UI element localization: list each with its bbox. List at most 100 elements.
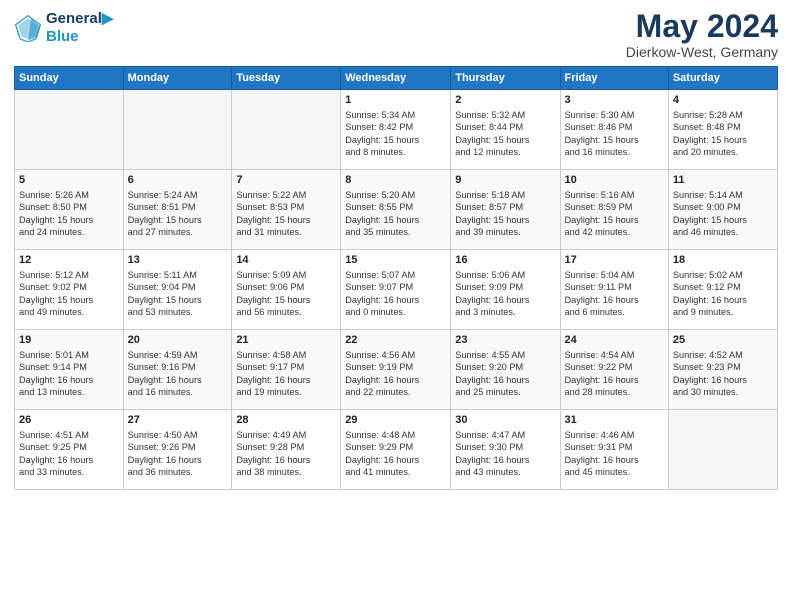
table-row: 16Sunrise: 5:06 AM Sunset: 9:09 PM Dayli… xyxy=(451,250,560,330)
day-info: Sunrise: 5:11 AM Sunset: 9:04 PM Dayligh… xyxy=(128,269,228,319)
col-thursday: Thursday xyxy=(451,67,560,90)
table-row: 25Sunrise: 4:52 AM Sunset: 9:23 PM Dayli… xyxy=(668,330,777,410)
day-info: Sunrise: 4:58 AM Sunset: 9:17 PM Dayligh… xyxy=(236,349,336,399)
day-number: 30 xyxy=(455,413,555,428)
day-info: Sunrise: 5:30 AM Sunset: 8:46 PM Dayligh… xyxy=(565,109,664,159)
calendar-week-row: 26Sunrise: 4:51 AM Sunset: 9:25 PM Dayli… xyxy=(15,410,778,490)
day-number: 7 xyxy=(236,173,336,188)
day-info: Sunrise: 5:06 AM Sunset: 9:09 PM Dayligh… xyxy=(455,269,555,319)
calendar-week-row: 12Sunrise: 5:12 AM Sunset: 9:02 PM Dayli… xyxy=(15,250,778,330)
day-number: 20 xyxy=(128,333,228,348)
day-info: Sunrise: 4:55 AM Sunset: 9:20 PM Dayligh… xyxy=(455,349,555,399)
day-info: Sunrise: 4:50 AM Sunset: 9:26 PM Dayligh… xyxy=(128,429,228,479)
day-number: 13 xyxy=(128,253,228,268)
col-tuesday: Tuesday xyxy=(232,67,341,90)
day-number: 1 xyxy=(345,93,446,108)
table-row: 28Sunrise: 4:49 AM Sunset: 9:28 PM Dayli… xyxy=(232,410,341,490)
table-row: 31Sunrise: 4:46 AM Sunset: 9:31 PM Dayli… xyxy=(560,410,668,490)
day-info: Sunrise: 5:26 AM Sunset: 8:50 PM Dayligh… xyxy=(19,189,119,239)
table-row: 12Sunrise: 5:12 AM Sunset: 9:02 PM Dayli… xyxy=(15,250,124,330)
day-info: Sunrise: 4:49 AM Sunset: 9:28 PM Dayligh… xyxy=(236,429,336,479)
day-number: 16 xyxy=(455,253,555,268)
table-row: 24Sunrise: 4:54 AM Sunset: 9:22 PM Dayli… xyxy=(560,330,668,410)
day-info: Sunrise: 5:22 AM Sunset: 8:53 PM Dayligh… xyxy=(236,189,336,239)
table-row: 30Sunrise: 4:47 AM Sunset: 9:30 PM Dayli… xyxy=(451,410,560,490)
table-row: 22Sunrise: 4:56 AM Sunset: 9:19 PM Dayli… xyxy=(341,330,451,410)
col-sunday: Sunday xyxy=(15,67,124,90)
calendar-table: Sunday Monday Tuesday Wednesday Thursday… xyxy=(14,66,778,490)
table-row: 13Sunrise: 5:11 AM Sunset: 9:04 PM Dayli… xyxy=(123,250,232,330)
day-number: 26 xyxy=(19,413,119,428)
day-number: 4 xyxy=(673,93,773,108)
location: Dierkow-West, Germany xyxy=(626,44,778,60)
table-row: 6Sunrise: 5:24 AM Sunset: 8:51 PM Daylig… xyxy=(123,170,232,250)
logo: General▶ Blue xyxy=(14,10,113,46)
day-number: 18 xyxy=(673,253,773,268)
day-number: 22 xyxy=(345,333,446,348)
col-monday: Monday xyxy=(123,67,232,90)
page: General▶ Blue May 2024 Dierkow-West, Ger… xyxy=(0,0,792,612)
day-info: Sunrise: 5:32 AM Sunset: 8:44 PM Dayligh… xyxy=(455,109,555,159)
logo-text: General▶ Blue xyxy=(46,10,113,46)
day-info: Sunrise: 5:20 AM Sunset: 8:55 PM Dayligh… xyxy=(345,189,446,239)
day-info: Sunrise: 5:16 AM Sunset: 8:59 PM Dayligh… xyxy=(565,189,664,239)
day-info: Sunrise: 5:07 AM Sunset: 9:07 PM Dayligh… xyxy=(345,269,446,319)
table-row: 5Sunrise: 5:26 AM Sunset: 8:50 PM Daylig… xyxy=(15,170,124,250)
table-row: 17Sunrise: 5:04 AM Sunset: 9:11 PM Dayli… xyxy=(560,250,668,330)
day-number: 23 xyxy=(455,333,555,348)
table-row xyxy=(668,410,777,490)
day-info: Sunrise: 4:56 AM Sunset: 9:19 PM Dayligh… xyxy=(345,349,446,399)
table-row: 4Sunrise: 5:28 AM Sunset: 8:48 PM Daylig… xyxy=(668,90,777,170)
day-info: Sunrise: 4:48 AM Sunset: 9:29 PM Dayligh… xyxy=(345,429,446,479)
day-info: Sunrise: 5:09 AM Sunset: 9:06 PM Dayligh… xyxy=(236,269,336,319)
table-row xyxy=(232,90,341,170)
table-row: 20Sunrise: 4:59 AM Sunset: 9:16 PM Dayli… xyxy=(123,330,232,410)
day-info: Sunrise: 5:14 AM Sunset: 9:00 PM Dayligh… xyxy=(673,189,773,239)
day-number: 29 xyxy=(345,413,446,428)
logo-icon xyxy=(14,14,42,42)
day-number: 12 xyxy=(19,253,119,268)
table-row: 29Sunrise: 4:48 AM Sunset: 9:29 PM Dayli… xyxy=(341,410,451,490)
day-info: Sunrise: 5:12 AM Sunset: 9:02 PM Dayligh… xyxy=(19,269,119,319)
table-row: 9Sunrise: 5:18 AM Sunset: 8:57 PM Daylig… xyxy=(451,170,560,250)
day-info: Sunrise: 4:52 AM Sunset: 9:23 PM Dayligh… xyxy=(673,349,773,399)
day-info: Sunrise: 5:34 AM Sunset: 8:42 PM Dayligh… xyxy=(345,109,446,159)
day-info: Sunrise: 5:02 AM Sunset: 9:12 PM Dayligh… xyxy=(673,269,773,319)
table-row: 23Sunrise: 4:55 AM Sunset: 9:20 PM Dayli… xyxy=(451,330,560,410)
day-info: Sunrise: 5:24 AM Sunset: 8:51 PM Dayligh… xyxy=(128,189,228,239)
table-row xyxy=(123,90,232,170)
col-wednesday: Wednesday xyxy=(341,67,451,90)
day-info: Sunrise: 5:28 AM Sunset: 8:48 PM Dayligh… xyxy=(673,109,773,159)
day-number: 10 xyxy=(565,173,664,188)
table-row: 10Sunrise: 5:16 AM Sunset: 8:59 PM Dayli… xyxy=(560,170,668,250)
day-number: 3 xyxy=(565,93,664,108)
header: General▶ Blue May 2024 Dierkow-West, Ger… xyxy=(14,10,778,60)
day-number: 28 xyxy=(236,413,336,428)
table-row xyxy=(15,90,124,170)
day-number: 5 xyxy=(19,173,119,188)
title-block: May 2024 Dierkow-West, Germany xyxy=(626,10,778,60)
day-number: 11 xyxy=(673,173,773,188)
day-number: 2 xyxy=(455,93,555,108)
day-info: Sunrise: 5:01 AM Sunset: 9:14 PM Dayligh… xyxy=(19,349,119,399)
day-info: Sunrise: 4:54 AM Sunset: 9:22 PM Dayligh… xyxy=(565,349,664,399)
day-info: Sunrise: 5:04 AM Sunset: 9:11 PM Dayligh… xyxy=(565,269,664,319)
table-row: 14Sunrise: 5:09 AM Sunset: 9:06 PM Dayli… xyxy=(232,250,341,330)
day-number: 14 xyxy=(236,253,336,268)
table-row: 11Sunrise: 5:14 AM Sunset: 9:00 PM Dayli… xyxy=(668,170,777,250)
calendar-week-row: 19Sunrise: 5:01 AM Sunset: 9:14 PM Dayli… xyxy=(15,330,778,410)
calendar-week-row: 1Sunrise: 5:34 AM Sunset: 8:42 PM Daylig… xyxy=(15,90,778,170)
day-info: Sunrise: 4:47 AM Sunset: 9:30 PM Dayligh… xyxy=(455,429,555,479)
table-row: 1Sunrise: 5:34 AM Sunset: 8:42 PM Daylig… xyxy=(341,90,451,170)
table-row: 18Sunrise: 5:02 AM Sunset: 9:12 PM Dayli… xyxy=(668,250,777,330)
table-row: 3Sunrise: 5:30 AM Sunset: 8:46 PM Daylig… xyxy=(560,90,668,170)
day-number: 31 xyxy=(565,413,664,428)
day-number: 17 xyxy=(565,253,664,268)
day-number: 6 xyxy=(128,173,228,188)
day-number: 15 xyxy=(345,253,446,268)
table-row: 21Sunrise: 4:58 AM Sunset: 9:17 PM Dayli… xyxy=(232,330,341,410)
table-row: 2Sunrise: 5:32 AM Sunset: 8:44 PM Daylig… xyxy=(451,90,560,170)
col-friday: Friday xyxy=(560,67,668,90)
day-number: 21 xyxy=(236,333,336,348)
day-info: Sunrise: 4:46 AM Sunset: 9:31 PM Dayligh… xyxy=(565,429,664,479)
